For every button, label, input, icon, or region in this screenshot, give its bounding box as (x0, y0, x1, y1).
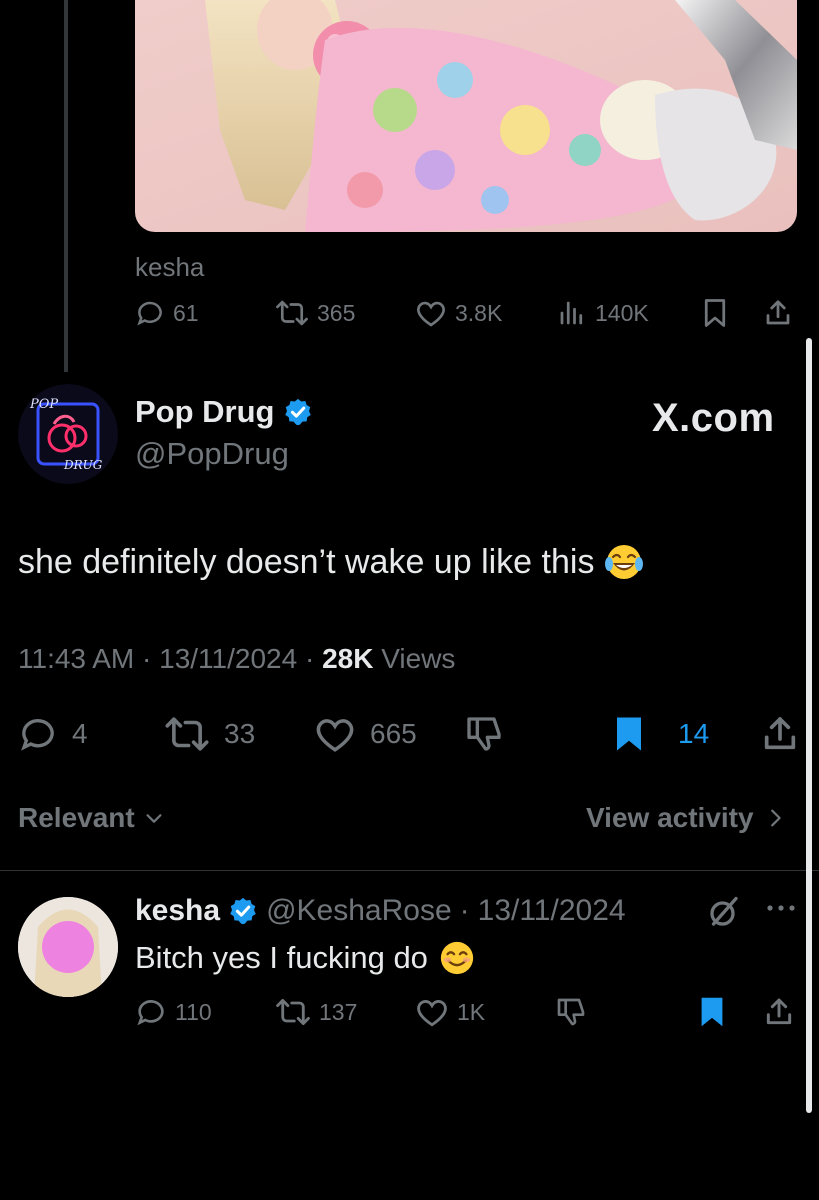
avatar-popdrug[interactable]: POP DRUG (18, 384, 118, 484)
quoted-repost-button[interactable]: 365 (275, 298, 355, 328)
divider (0, 870, 819, 871)
bookmark-icon (704, 299, 726, 327)
bookmark-count: 14 (678, 718, 710, 749)
repost-icon (165, 717, 209, 751)
bookmark-button[interactable]: 14 (614, 714, 709, 754)
heart-icon (417, 1000, 447, 1027)
repost-count: 33 (224, 718, 256, 749)
reply-like-button[interactable]: 1K (415, 996, 485, 1028)
heart-icon (316, 719, 354, 752)
more-button[interactable] (764, 898, 798, 923)
quoted-bookmark-button[interactable] (701, 298, 729, 328)
views-icon (560, 301, 583, 325)
svg-text:DRUG: DRUG (63, 458, 103, 472)
reply-downvote-button[interactable] (555, 996, 587, 1028)
reply-repost-count: 137 (319, 998, 358, 1025)
thread-line (64, 0, 68, 372)
quoted-tweet-author[interactable]: kesha (135, 252, 204, 283)
repost-icon (276, 300, 308, 326)
smiling-emoji-icon (440, 941, 474, 975)
reply-count: 4 (72, 718, 88, 749)
reply-icon (137, 301, 162, 326)
tweet-media-image[interactable] (135, 0, 797, 232)
svg-text:POP: POP (29, 397, 58, 412)
share-icon (764, 717, 796, 750)
bookmark-icon (617, 717, 641, 751)
avatar-kesha[interactable] (18, 897, 118, 997)
reply-icon (137, 1000, 164, 1026)
tweet-text: she definitely doesn’t wake up like this (18, 542, 644, 582)
reply-bookmark-button[interactable] (699, 996, 725, 1028)
reply-date[interactable]: 13/11/2024 (478, 894, 626, 928)
verified-badge-icon (284, 398, 311, 426)
reply-like-count: 1K (457, 998, 486, 1025)
reply-reply-button[interactable]: 110 (135, 996, 212, 1028)
repost-icon (276, 999, 310, 1025)
author-name-text: Pop Drug (135, 394, 275, 429)
reply-icon (21, 719, 54, 751)
share-icon (766, 998, 792, 1025)
scrollbar[interactable] (806, 338, 812, 1113)
repost-button[interactable]: 33 (164, 714, 255, 754)
tweet-time[interactable]: 11:43 AM (18, 643, 134, 674)
view-activity-label: View activity (586, 802, 754, 833)
views-label: Views (381, 643, 456, 674)
share-icon (766, 300, 790, 325)
quoted-like-button[interactable]: 3.8K (415, 298, 502, 328)
verified-badge-icon (230, 897, 256, 925)
bookmark-icon (701, 997, 723, 1027)
downvote-icon (467, 717, 501, 751)
tweet-actions: 4 33 665 14 (18, 712, 803, 756)
xcom-watermark: X.com (652, 396, 775, 440)
like-button[interactable]: 665 (314, 714, 417, 754)
reply-reply-count: 110 (175, 998, 212, 1025)
quoted-views-button[interactable]: 140K (557, 298, 649, 328)
grok-button[interactable] (706, 894, 742, 935)
quoted-views-count: 140K (595, 299, 649, 326)
reply-repost-button[interactable]: 137 (275, 996, 357, 1028)
reply-author-handle[interactable]: @KeshaRose (266, 894, 452, 928)
quoted-repost-count: 365 (317, 299, 356, 326)
reply-header: kesha @KeshaRose · 13/11/2024 (135, 894, 626, 928)
sort-dropdown[interactable]: Relevant (18, 802, 165, 834)
tweet-meta: 11:43 AM · 13/11/2024 · 28K Views (18, 643, 456, 674)
share-button[interactable] (760, 714, 800, 754)
quoted-reply-count: 61 (173, 299, 199, 326)
reply-actions: 110 137 1K (135, 996, 797, 1030)
chevron-right-icon (770, 809, 781, 827)
reply-text: Bitch yes I fucking do (135, 939, 476, 977)
heart-icon (417, 301, 445, 327)
quoted-reply-button[interactable]: 61 (135, 298, 199, 328)
reply-text-content: Bitch yes I fucking do (135, 940, 428, 975)
like-count: 665 (370, 718, 417, 749)
tweet-text-content: she definitely doesn’t wake up like this (18, 542, 595, 581)
author-display-name[interactable]: Pop Drug (135, 394, 313, 430)
reply-button[interactable]: 4 (18, 714, 88, 754)
reply-share-button[interactable] (763, 996, 795, 1028)
laughing-emoji-icon (605, 545, 644, 579)
chevron-down-icon (146, 814, 162, 823)
quoted-like-count: 3.8K (455, 299, 503, 326)
more-icon (767, 905, 795, 911)
downvote-button[interactable] (464, 714, 504, 754)
grok-icon (710, 896, 738, 926)
sort-label: Relevant (18, 802, 135, 833)
tweet-date[interactable]: 13/11/2024 (159, 643, 297, 674)
views-count: 28K (322, 643, 374, 674)
downvote-icon (557, 998, 585, 1026)
quoted-share-button[interactable] (763, 298, 793, 328)
reply-author-name[interactable]: kesha (135, 894, 220, 928)
view-activity-link[interactable]: View activity (586, 802, 786, 834)
author-handle[interactable]: @PopDrug (135, 436, 289, 472)
quoted-tweet-actions: 61 365 3.8K 140K (135, 298, 797, 330)
